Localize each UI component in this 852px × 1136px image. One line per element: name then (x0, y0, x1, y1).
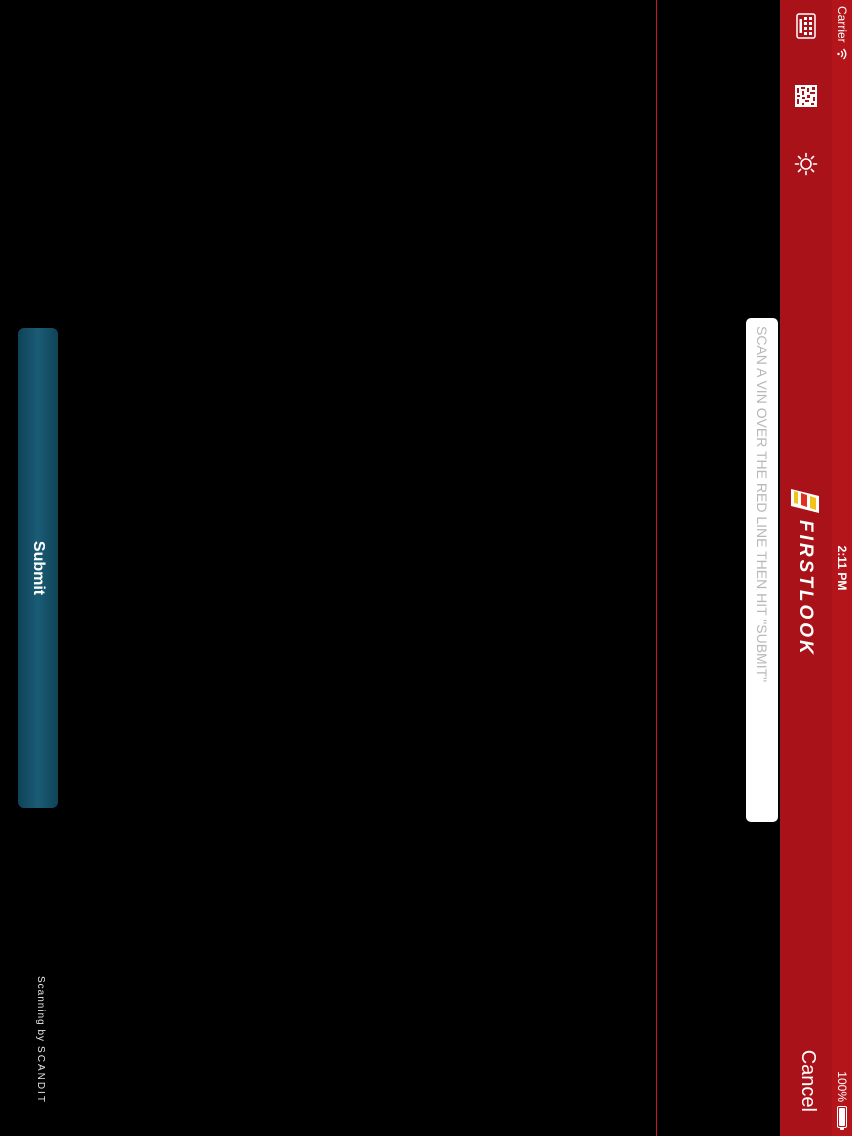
battery-status: 100% (835, 1071, 849, 1128)
screen: Carrier 2:11 PM 100% FIRSTLOOK Cancel SC… (0, 0, 852, 1136)
battery-fill (839, 1108, 845, 1126)
status-bar: Carrier 2:11 PM 100% (832, 0, 852, 1136)
firstlook-logo-mark (791, 489, 819, 513)
scan-red-line (656, 0, 657, 1136)
battery-percent: 100% (835, 1071, 849, 1102)
sun-icon (794, 152, 818, 176)
barcode-icon (795, 85, 817, 107)
flashlight-button[interactable] (790, 148, 822, 180)
barcode-mode-button[interactable] (790, 80, 822, 112)
vin-input[interactable] (746, 318, 778, 822)
keyboard-icon (796, 13, 816, 39)
scandit-credit: Scanning by SCANDIT (35, 976, 46, 1104)
nav-bar: FIRSTLOOK Cancel (780, 0, 832, 1136)
firstlook-logo-text: FIRSTLOOK (795, 520, 816, 657)
clock: 2:11 PM (835, 545, 849, 591)
battery-icon (837, 1106, 847, 1128)
keyboard-button[interactable] (790, 10, 822, 42)
scandit-credit-prefix: Scanning by (35, 976, 46, 1043)
app-root: Carrier 2:11 PM 100% FIRSTLOOK Cancel SC… (0, 0, 852, 1136)
scandit-brand: SCANDIT (35, 1046, 46, 1104)
firstlook-logo: FIRSTLOOK (790, 488, 820, 657)
submit-button[interactable]: Submit (18, 328, 58, 808)
cancel-button[interactable]: Cancel (796, 1050, 819, 1112)
